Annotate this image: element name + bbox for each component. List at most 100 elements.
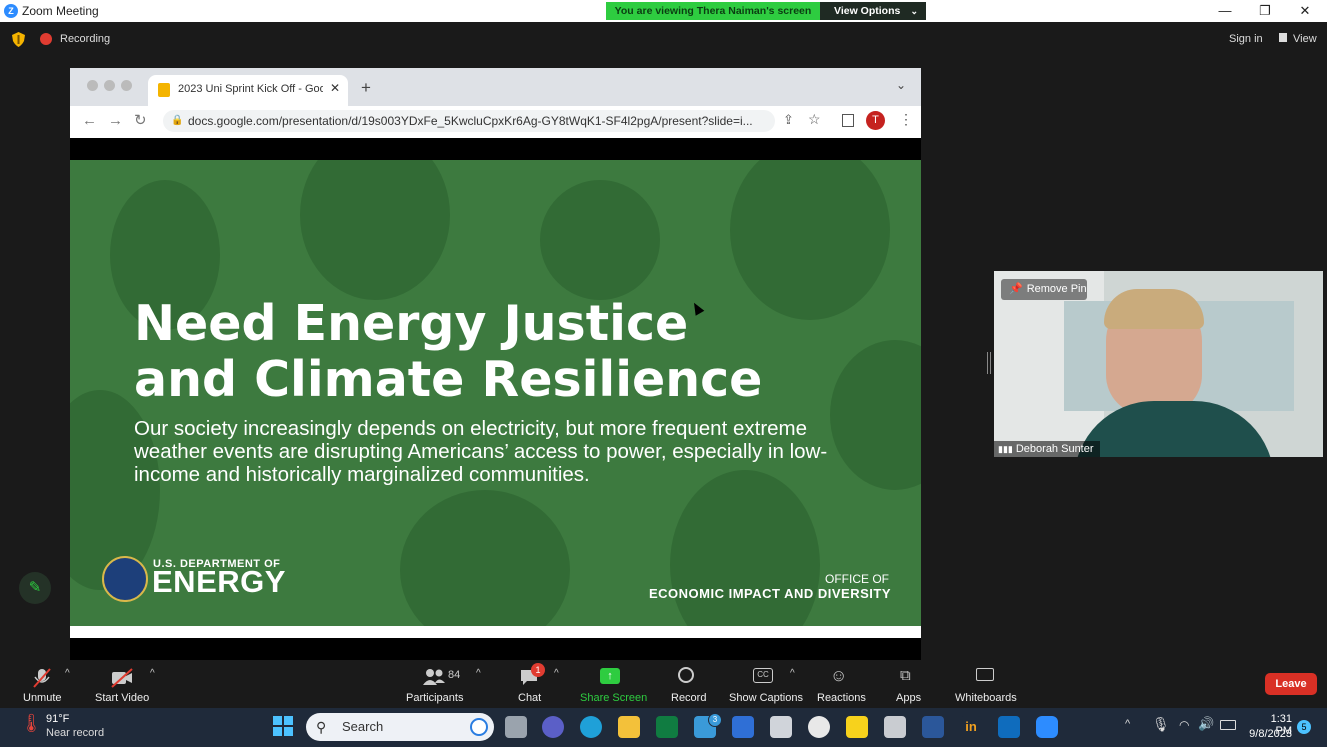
back-arrow-icon[interactable]: ← bbox=[82, 112, 97, 129]
share-screen-icon[interactable]: ↑ bbox=[600, 668, 620, 684]
excel-icon[interactable] bbox=[656, 716, 678, 738]
teams-chat-icon[interactable] bbox=[542, 716, 564, 738]
thermometer-icon[interactable]: 🌡 bbox=[20, 713, 43, 734]
notification-badge[interactable]: 5 bbox=[1297, 720, 1311, 734]
snipping-tool-icon[interactable] bbox=[884, 716, 906, 738]
record-label[interactable]: Record bbox=[671, 692, 706, 704]
more-menu-icon[interactable]: ⋮ bbox=[899, 111, 913, 128]
address-bar[interactable]: 🔒 docs.google.com/presentation/d/19s003Y… bbox=[163, 110, 775, 132]
window-title: Zoom Meeting bbox=[22, 4, 99, 18]
leave-button[interactable]: Leave bbox=[1265, 673, 1317, 695]
slide-bottom-margin bbox=[70, 626, 921, 638]
battery-icon[interactable] bbox=[1220, 720, 1236, 730]
bg-silhouette bbox=[400, 490, 570, 626]
view-layout-icon bbox=[1279, 33, 1287, 42]
task-view-icon[interactable] bbox=[505, 716, 527, 738]
share-screen-label[interactable]: Share Screen bbox=[580, 692, 647, 704]
taskbar-search[interactable]: ⚲ Search bbox=[306, 713, 494, 741]
outlook-icon[interactable] bbox=[998, 716, 1020, 738]
clock-icon[interactable] bbox=[808, 716, 830, 738]
sticky-notes-icon[interactable] bbox=[846, 716, 868, 738]
meeting-header: Recording Sign in View bbox=[0, 22, 1327, 56]
volume-icon[interactable]: 🔊 bbox=[1198, 716, 1214, 732]
share-icon[interactable]: ⇪ bbox=[783, 112, 794, 128]
bing-icon bbox=[470, 718, 488, 736]
wifi-icon[interactable]: ◠ bbox=[1179, 718, 1189, 732]
apps-icon[interactable]: ⧉ bbox=[900, 667, 911, 684]
url-text: docs.google.com/presentation/d/19s003YDx… bbox=[188, 114, 753, 128]
reactions-icon[interactable]: ☺ bbox=[830, 666, 847, 686]
weather-temp[interactable]: 91°F bbox=[46, 713, 69, 725]
signal-bars-icon: ▮▮▮ bbox=[998, 444, 1013, 454]
browser-tab[interactable]: 2023 Uni Sprint Kick Off - Goo ✕ bbox=[148, 75, 348, 106]
captions-icon[interactable]: CC bbox=[753, 668, 773, 683]
office-label-line1: OFFICE OF bbox=[825, 572, 889, 586]
video-off-icon[interactable] bbox=[110, 667, 134, 689]
remove-pin-button[interactable]: 📌 Remove Pin bbox=[1001, 279, 1087, 300]
view-options-button[interactable]: View Options ⌄ bbox=[820, 2, 926, 20]
bookmark-star-icon[interactable]: ☆ bbox=[808, 111, 821, 128]
microphone-tray-icon[interactable]: 🎙 bbox=[1152, 716, 1170, 733]
meeting-toolbar bbox=[0, 660, 1327, 708]
video-options-chevron-icon[interactable]: ^ bbox=[150, 668, 155, 679]
minimize-button[interactable]: — bbox=[1215, 3, 1235, 18]
participants-icon[interactable] bbox=[422, 667, 446, 687]
invision-icon[interactable]: in bbox=[960, 716, 982, 738]
shield-icon[interactable] bbox=[12, 32, 25, 47]
whiteboards-icon[interactable] bbox=[976, 668, 994, 681]
chat-chevron-icon[interactable]: ^ bbox=[554, 668, 559, 679]
slide-headline: Need Energy Justice and Climate Resilien… bbox=[134, 296, 894, 408]
zoom-logo-icon: Z bbox=[4, 4, 18, 18]
side-panel-icon[interactable] bbox=[842, 114, 854, 127]
tab-search-chevron-icon[interactable]: ⌄ bbox=[896, 78, 906, 92]
video-hair bbox=[1104, 289, 1204, 329]
profile-avatar[interactable]: T bbox=[866, 111, 885, 130]
close-button[interactable]: ✕ bbox=[1295, 3, 1315, 19]
participant-name: Deborah Sunter bbox=[1015, 443, 1094, 455]
zoom-taskbar-icon[interactable] bbox=[1036, 716, 1058, 738]
whiteboards-label[interactable]: Whiteboards bbox=[955, 692, 1017, 704]
weather-desc[interactable]: Near record bbox=[46, 727, 104, 739]
captions-chevron-icon[interactable]: ^ bbox=[790, 668, 795, 679]
show-captions-label[interactable]: Show Captions bbox=[729, 692, 803, 704]
clock-date[interactable]: 9/8/2023 bbox=[1245, 728, 1292, 740]
bg-silhouette bbox=[300, 160, 450, 300]
word-icon[interactable] bbox=[922, 716, 944, 738]
unmute-label[interactable]: Unmute bbox=[23, 692, 62, 704]
muted-microphone-icon[interactable] bbox=[31, 667, 53, 689]
slides-favicon-icon bbox=[158, 83, 170, 97]
apps-label[interactable]: Apps bbox=[896, 692, 921, 704]
restore-button[interactable]: ❐ bbox=[1255, 3, 1275, 19]
chevron-down-icon: ⌄ bbox=[910, 6, 918, 16]
traffic-light-minimize[interactable] bbox=[104, 80, 115, 91]
bg-silhouette bbox=[540, 180, 660, 300]
sign-in-link[interactable]: Sign in bbox=[1229, 33, 1263, 45]
audio-options-chevron-icon[interactable]: ^ bbox=[65, 668, 70, 679]
traffic-light-close[interactable] bbox=[87, 80, 98, 91]
reactions-label[interactable]: Reactions bbox=[817, 692, 866, 704]
tab-close-icon[interactable]: ✕ bbox=[330, 81, 340, 95]
slide-body-text: Our society increasingly depends on elec… bbox=[134, 417, 828, 486]
participants-label[interactable]: Participants bbox=[406, 692, 463, 704]
new-tab-button[interactable]: + bbox=[361, 78, 371, 98]
recording-label: Recording bbox=[60, 33, 111, 45]
tray-overflow-chevron-icon[interactable]: ^ bbox=[1125, 718, 1130, 730]
slide-headline-line1: Need Energy Justice bbox=[134, 295, 689, 352]
panel-resize-handle[interactable] bbox=[987, 352, 991, 374]
chat-label[interactable]: Chat bbox=[518, 692, 541, 704]
bg-silhouette bbox=[670, 470, 820, 626]
view-button[interactable]: View bbox=[1293, 33, 1317, 45]
file-explorer-icon[interactable] bbox=[618, 716, 640, 738]
edge-icon[interactable] bbox=[580, 716, 602, 738]
windows-start-icon[interactable] bbox=[273, 716, 293, 736]
record-icon[interactable] bbox=[678, 667, 694, 683]
doe-logo-big-text: ENERGY bbox=[152, 564, 286, 599]
calculator-icon[interactable] bbox=[770, 716, 792, 738]
traffic-light-zoom[interactable] bbox=[121, 80, 132, 91]
participants-chevron-icon[interactable]: ^ bbox=[476, 668, 481, 679]
annotate-pen-icon[interactable]: ✎ bbox=[19, 572, 51, 604]
calendar-icon[interactable] bbox=[732, 716, 754, 738]
forward-arrow-icon[interactable]: → bbox=[108, 112, 123, 129]
reload-icon[interactable]: ↻ bbox=[134, 111, 147, 129]
start-video-label[interactable]: Start Video bbox=[95, 692, 149, 704]
